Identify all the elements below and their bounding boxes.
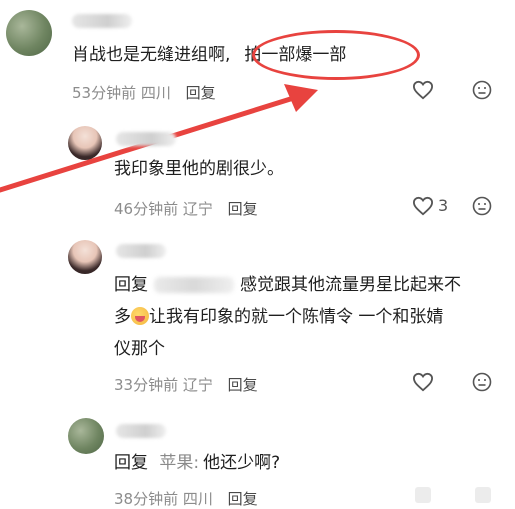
location: 辽宁 [182, 200, 213, 218]
timestamp: 46分钟前 [114, 200, 179, 218]
comment-text-line-1: 回复 感觉跟其他流量男星比起来不 [114, 270, 461, 300]
reply-prefix: 回复 [114, 453, 148, 473]
neutral-face-icon[interactable] [472, 372, 492, 392]
comment-meta: 38分钟前 四川 回复 [114, 488, 258, 509]
comment-text-main: 他还少啊? [203, 453, 281, 473]
crying-laugh-emoji-icon [131, 307, 149, 325]
comment-meta: 46分钟前 辽宁 回复 [114, 198, 258, 219]
reply-button[interactable]: 回复 [228, 490, 258, 508]
comment-text: 我印象里他的剧很少。 [114, 159, 284, 179]
comment-item: 回复 苹果: 他还少啊? 38分钟前 四川 回复 [0, 410, 515, 509]
reply-button[interactable]: 回复 [228, 200, 258, 218]
username-blurred[interactable] [116, 424, 166, 438]
neutral-face-icon[interactable] [472, 80, 492, 100]
comment-text: 多 [114, 307, 131, 327]
comment-text-line-3: 仪那个 [114, 339, 165, 359]
avatar[interactable] [68, 126, 102, 160]
comment-text-main: 肖战也是无缝进组啊, [72, 45, 231, 65]
reply-button[interactable]: 回复 [186, 84, 216, 102]
timestamp: 53分钟前 [72, 84, 137, 102]
username-blurred[interactable] [116, 244, 166, 258]
like-icon[interactable] [412, 484, 434, 506]
avatar[interactable] [6, 10, 52, 56]
highlight-circle [252, 30, 420, 80]
comment-item: 我印象里他的剧很少。 46分钟前 辽宁 回复 3 [0, 118, 515, 230]
heart-outline-icon[interactable] [412, 80, 434, 100]
reply-prefix: 回复 [114, 275, 148, 295]
username-blurred[interactable] [72, 14, 132, 28]
location: 四川 [182, 490, 213, 508]
comment-text: 感觉跟其他流量男星比起来不 [240, 275, 461, 295]
location: 四川 [140, 84, 171, 102]
comment-text-line-2: 多让我有印象的就一个陈情令 一个和张婧 [114, 302, 443, 332]
like-count: 3 [438, 196, 449, 215]
comment-meta: 53分钟前 四川 回复 [72, 82, 216, 103]
comment-text: 回复 苹果: 他还少啊? [114, 448, 280, 478]
timestamp: 38分钟前 [114, 490, 179, 508]
dislike-icon[interactable] [472, 484, 494, 506]
mention-name[interactable]: 苹果: [159, 453, 199, 473]
heart-outline-icon[interactable] [412, 372, 434, 392]
timestamp: 33分钟前 [114, 376, 179, 394]
username-blurred[interactable] [116, 132, 176, 146]
comment-meta: 33分钟前 辽宁 回复 [114, 374, 258, 395]
avatar[interactable] [68, 418, 104, 454]
reply-button[interactable]: 回复 [228, 376, 258, 394]
comment-item: 回复 感觉跟其他流量男星比起来不 多让我有印象的就一个陈情令 一个和张婧 仪那个 … [0, 232, 515, 407]
mention-blurred[interactable] [154, 277, 234, 293]
heart-outline-icon[interactable] [412, 196, 434, 216]
neutral-face-icon[interactable] [472, 196, 492, 216]
comment-text: 让我有印象的就一个陈情令 一个和张婧 [149, 307, 444, 327]
location: 辽宁 [182, 376, 213, 394]
avatar[interactable] [68, 240, 102, 274]
comment-item: 肖战也是无缝进组啊, 拍一部爆一部 53分钟前 四川 回复 [0, 0, 515, 112]
